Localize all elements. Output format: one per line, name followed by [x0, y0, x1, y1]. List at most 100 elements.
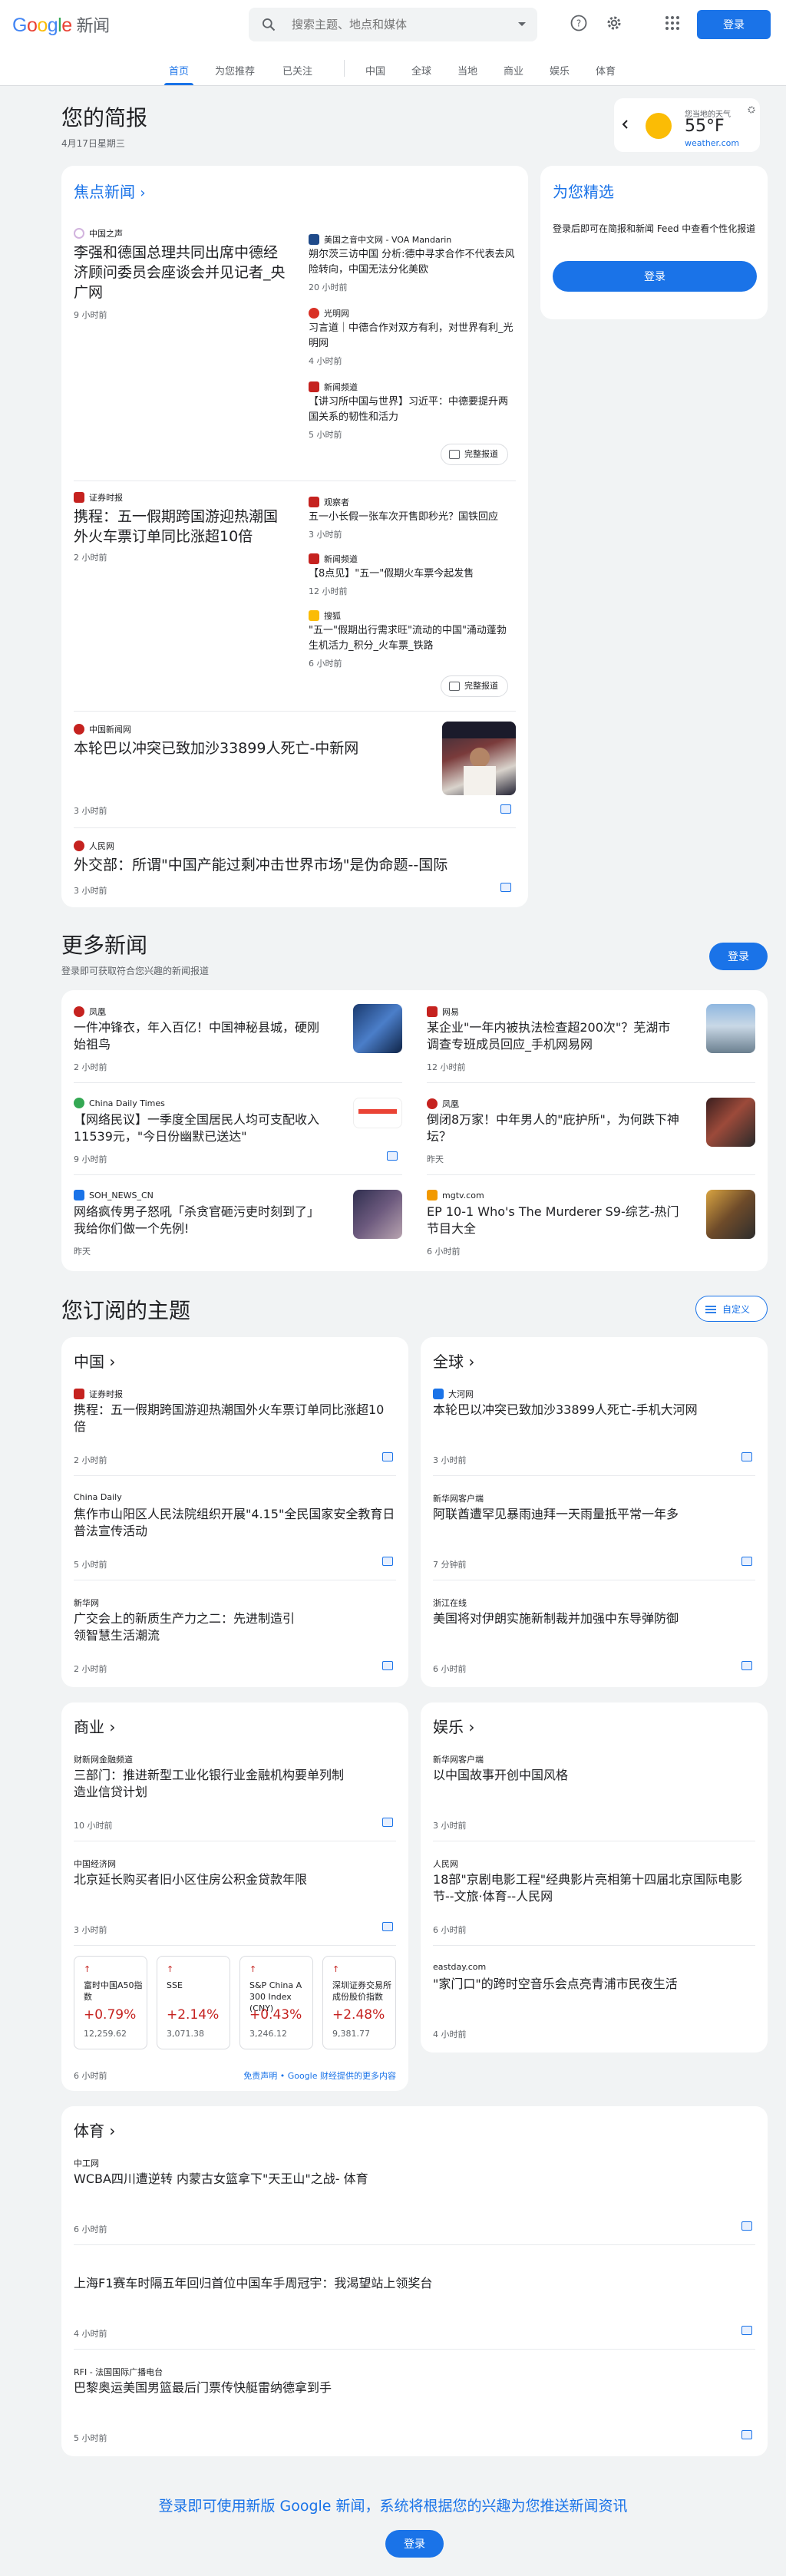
stock-name: SSE: [167, 1980, 183, 1990]
divider: [74, 1475, 396, 1476]
chevron-down-icon[interactable]: [517, 21, 527, 28]
story-headline[interactable]: 阿联酋遭罕见暴雨迪拜一天雨量抵平常一年多: [433, 1506, 755, 1523]
gear-icon[interactable]: [605, 14, 623, 32]
story-headline[interactable]: "家门口"的跨时空音乐会点亮青浦市民夜生活: [433, 1976, 755, 1993]
tab-china[interactable]: 中国: [365, 63, 385, 78]
story-headline[interactable]: 美国将对伊朗实施新制裁并加强中东导弹防御: [433, 1610, 755, 1627]
search-icon[interactable]: [261, 17, 276, 32]
search-input[interactable]: [292, 8, 499, 41]
story-source: 凤凰: [427, 1098, 459, 1110]
weather-widget[interactable]: 您当地的天气 55°F weather.com: [614, 98, 760, 152]
full-coverage-icon[interactable]: [382, 1557, 393, 1566]
tab-entertainment[interactable]: 娱乐: [550, 63, 570, 78]
story-headline[interactable]: 本轮巴以冲突已致加沙33899人死亡-中新网: [74, 738, 427, 758]
tab-local[interactable]: 当地: [457, 63, 477, 78]
story-headline[interactable]: 一件冲锋衣，年入百亿！中国神秘县城，硬刚始祖鸟: [74, 1019, 319, 1053]
chevron-left-icon[interactable]: [622, 120, 628, 129]
story-thumbnail[interactable]: [706, 1004, 755, 1053]
story-headline[interactable]: 【讲习所中国与世界】习近平：中德要提升两国关系的韧性和活力: [309, 395, 516, 425]
full-coverage-icon[interactable]: [741, 1452, 752, 1461]
stock-card[interactable]: ↑ 富时中国A50指数 +0.79% 12,259.62: [74, 1956, 147, 2049]
customize-button[interactable]: 自定义: [695, 1296, 768, 1322]
story-headline[interactable]: 外交部：所谓"中国产能过剩冲击世界市场"是伪命题--国际: [74, 855, 516, 875]
full-coverage-icon[interactable]: [741, 2221, 752, 2231]
story-headline[interactable]: 三部门：推进新型工业化银行业金融机构要单列制造业信贷计划: [74, 1767, 350, 1801]
stock-card[interactable]: ↑ 深圳证券交易所成份股价指数 +2.48% 9,381.77: [322, 1956, 396, 2049]
story-thumbnail[interactable]: [706, 1098, 755, 1147]
full-coverage-icon[interactable]: [741, 2326, 752, 2335]
help-icon[interactable]: ?: [570, 14, 588, 32]
top-stories-heading[interactable]: 焦点新闻 ›: [74, 180, 146, 202]
story-headline[interactable]: 李强和德国总理共同出席中德经济顾问委员会座谈会并见记者_央广网: [74, 243, 292, 302]
story-headline[interactable]: 18部"京剧电影工程"经典影片亮相第十四届北京国际电影节--文旅·体育--人民网: [433, 1871, 755, 1905]
story-headline[interactable]: 某企业"一年内被执法检查超200次"？芜湖市调查专班成员回应_手机网易网: [427, 1019, 672, 1053]
story-time: 12 小时前: [309, 586, 348, 596]
story-headline[interactable]: 上海F1赛车时隔五年回归首位中国车手周冠宇：我渴望站上领奖台: [74, 2275, 749, 2292]
source-logo-icon: [427, 1190, 438, 1200]
topic-heading[interactable]: 娱乐 ›: [433, 1715, 474, 1737]
full-coverage-icon[interactable]: [741, 1661, 752, 1670]
weather-source-link[interactable]: weather.com: [685, 138, 739, 148]
tab-world[interactable]: 全球: [411, 63, 431, 78]
full-coverage-icon[interactable]: [382, 1661, 393, 1670]
full-coverage-icon[interactable]: [387, 1151, 398, 1161]
story-headline[interactable]: EP 10-1 Who's The Murderer S9-综艺-热门节目大全: [427, 1204, 680, 1237]
full-coverage-icon[interactable]: [500, 883, 511, 892]
tab-home[interactable]: 首页: [169, 63, 189, 78]
story-headline[interactable]: 网络疯传男子怒吼「杀贪官砸污吏时刻到了」我给你们做一个先例!: [74, 1204, 327, 1237]
full-coverage-icon[interactable]: [382, 1818, 393, 1827]
story-headline[interactable]: 倒闭8万家！中年男人的"庇护所"，为何跌下神坛？: [427, 1111, 680, 1145]
story-headline[interactable]: "五一"假期出行需求旺"流动的中国"涌动蓬勃生机活力_积分_火车票_铁路: [309, 623, 516, 654]
more-news-signin-button[interactable]: 登录: [709, 943, 768, 970]
chevron-right-icon: ›: [468, 1352, 475, 1371]
tab-business[interactable]: 商业: [504, 63, 523, 78]
google-news-logo[interactable]: Google 新闻: [12, 12, 110, 37]
story-thumbnail[interactable]: [353, 1098, 402, 1128]
story-headline[interactable]: 携程：五一假期跨国游迎热潮国外火车票订单同比涨超10倍: [74, 1402, 396, 1435]
story-headline[interactable]: 习言道｜中德合作对双方有利，对世界有利_光明网: [309, 321, 516, 352]
topic-heading[interactable]: 全球 ›: [433, 1349, 474, 1372]
footer-signin-button[interactable]: 登录: [385, 2530, 444, 2558]
tab-sports[interactable]: 体育: [596, 63, 616, 78]
story-headline[interactable]: 北京延长购买者旧小区住房公积金贷款年限: [74, 1871, 396, 1888]
story-headline[interactable]: 五一小长假一张车次开售即秒光？国铁回应: [309, 510, 516, 525]
story-headline[interactable]: 【8点见】"五一"假期火车票今起发售: [309, 566, 516, 582]
stock-card[interactable]: ↑ S&P China A 300 Index (CNY) +0.43% 3,246.…: [239, 1956, 313, 2049]
story-headline[interactable]: 焦作市山阳区人民法院组织开展"4.15"全民国家安全教育日普法宣传活动: [74, 1506, 396, 1540]
full-coverage-icon[interactable]: [741, 1557, 752, 1566]
story-thumbnail[interactable]: [706, 1190, 755, 1239]
apps-grid-icon[interactable]: [663, 14, 682, 32]
finance-disclaimer-link[interactable]: 免责声明 • Google 财经提供的更多内容: [243, 2069, 396, 2082]
picks-signin-button[interactable]: 登录: [553, 261, 757, 292]
full-coverage-icon[interactable]: [382, 1922, 393, 1931]
story-time: 2 小时前: [74, 1062, 107, 1072]
story-headline[interactable]: 以中国故事开创中国风格: [433, 1767, 755, 1784]
topic-heading[interactable]: 中国 ›: [74, 1349, 115, 1372]
full-coverage-icon[interactable]: [500, 804, 511, 814]
search-box[interactable]: [249, 8, 537, 41]
story-thumbnail[interactable]: [353, 1190, 402, 1239]
story-headline[interactable]: 本轮巴以冲突已致加沙33899人死亡-手机大河网: [433, 1402, 755, 1418]
story-headline[interactable]: 朔尔茨三访中国 分析:德中寻求合作不代表去风险转向，中国无法分化美欧: [309, 247, 516, 278]
topic-card-china: 中国 › 证券时报 携程：五一假期跨国游迎热潮国外火车票订单同比涨超10倍 2 …: [61, 1337, 408, 1687]
source-logo-icon: [74, 1006, 84, 1017]
header-signin-button[interactable]: 登录: [697, 10, 771, 39]
settings-icon[interactable]: [748, 106, 755, 114]
full-coverage-button[interactable]: 完整报道: [441, 444, 508, 465]
tab-following[interactable]: 已关注: [282, 63, 312, 78]
story-headline[interactable]: WCBA四川遭逆转 内蒙古女篮拿下"天王山"之战- 体育: [74, 2171, 749, 2188]
story-thumbnail[interactable]: [442, 722, 516, 795]
story-thumbnail[interactable]: [353, 1004, 402, 1053]
topic-heading[interactable]: 商业 ›: [74, 1715, 115, 1737]
story-headline[interactable]: 巴黎奥运美国男篮最后门票传快艇雷纳德拿到手: [74, 2379, 749, 2396]
stock-card[interactable]: ↑ SSE +2.14% 3,071.38: [157, 1956, 230, 2049]
story-headline[interactable]: 广交会上的新质生产力之二：先进制造引领智慧生活潮流: [74, 1610, 304, 1644]
full-coverage-icon[interactable]: [741, 2430, 752, 2439]
tab-for-you[interactable]: 为您推荐: [215, 63, 255, 78]
source-logo-icon: [427, 1098, 438, 1109]
full-coverage-button[interactable]: 完整报道: [441, 675, 508, 697]
story-headline[interactable]: 携程：五一假期跨国游迎热潮国外火车票订单同比涨超10倍: [74, 507, 292, 547]
topic-heading[interactable]: 体育 ›: [74, 2119, 115, 2141]
full-coverage-icon[interactable]: [382, 1452, 393, 1461]
story-headline[interactable]: 【网络民议】一季度全国居民人均可支配收入11539元，"今日份幽默已送达": [74, 1111, 327, 1145]
